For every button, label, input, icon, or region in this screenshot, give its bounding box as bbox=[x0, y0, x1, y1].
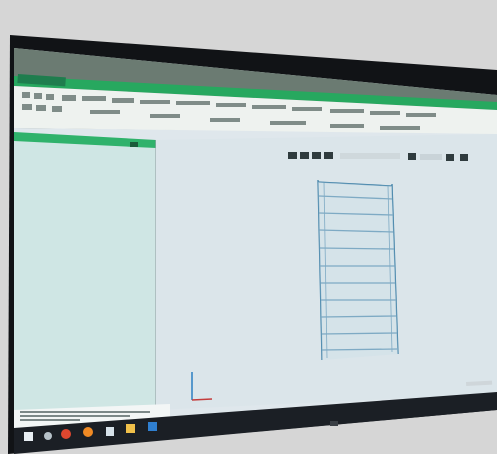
folder-icon[interactable] bbox=[126, 424, 135, 433]
windows-icon[interactable] bbox=[24, 432, 33, 441]
pin-icon[interactable] bbox=[106, 427, 114, 436]
monitor-photo bbox=[0, 0, 497, 454]
drawing-frame-fill bbox=[318, 182, 398, 360]
search-icon[interactable] bbox=[44, 432, 52, 440]
left-panel bbox=[14, 132, 156, 422]
chrome-icon[interactable] bbox=[61, 429, 71, 439]
firefox-icon[interactable] bbox=[83, 427, 93, 437]
monitor-logo bbox=[330, 421, 338, 426]
app-icon[interactable] bbox=[148, 422, 157, 431]
panel-close-icon[interactable] bbox=[130, 142, 138, 147]
photo-scene bbox=[0, 0, 497, 454]
